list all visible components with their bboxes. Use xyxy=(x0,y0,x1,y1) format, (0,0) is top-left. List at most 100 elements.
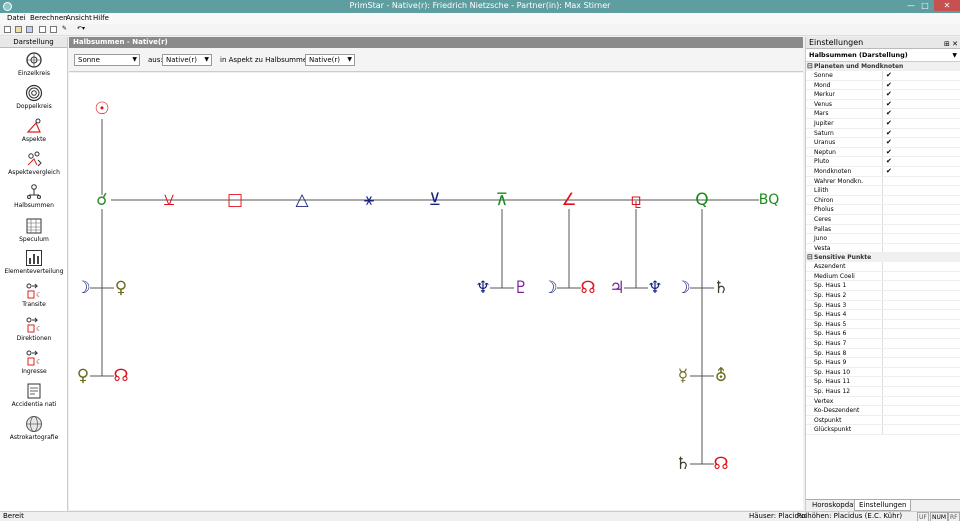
setting-row[interactable]: Glückspunkt xyxy=(806,425,960,435)
undo-dropdown-icon[interactable]: ↶▾ xyxy=(74,26,88,33)
setting-row[interactable]: Chiron xyxy=(806,195,960,206)
checkbox-check-icon[interactable]: ✔ xyxy=(886,157,892,166)
pair-glyph: ☊ xyxy=(113,366,129,386)
nav-halbsummen[interactable]: Halbsummen xyxy=(0,183,68,209)
collapse-icon[interactable]: ⊟ xyxy=(807,253,813,262)
setting-row[interactable]: Sp. Haus 3 xyxy=(806,300,960,311)
setting-row[interactable]: Sp. Haus 10 xyxy=(806,367,960,378)
setting-row[interactable]: Sp. Haus 2 xyxy=(806,291,960,301)
setting-row[interactable]: Sp. Haus 12 xyxy=(806,387,960,397)
setting-label: Venus xyxy=(814,100,833,108)
nav-speculum[interactable]: Speculum xyxy=(0,217,68,243)
setting-row[interactable]: Ceres xyxy=(806,214,960,225)
planet-select[interactable]: Sonne ▼ xyxy=(74,54,140,66)
setting-row[interactable]: Ko-Deszendent xyxy=(806,406,960,416)
copy-icon[interactable] xyxy=(50,26,57,33)
new-file-icon[interactable] xyxy=(4,26,11,33)
column-divider xyxy=(882,300,883,310)
checkbox-check-icon[interactable]: ✔ xyxy=(886,90,892,99)
checkbox-check-icon[interactable]: ✔ xyxy=(886,109,892,118)
setting-row[interactable]: Pholus xyxy=(806,205,960,215)
setting-row[interactable]: Sp. Haus 1 xyxy=(806,281,960,292)
setting-row[interactable]: Pluto ✔ xyxy=(806,157,960,167)
tab-einstellungen[interactable]: Einstellungen xyxy=(854,500,912,511)
setting-row[interactable]: Aszendent xyxy=(806,262,960,272)
nav-transite[interactable]: ☾ Transite xyxy=(0,282,68,308)
setting-row[interactable]: Sp. Haus 9 xyxy=(806,358,960,368)
minimize-button[interactable]: — xyxy=(904,0,918,11)
checkbox-check-icon[interactable]: ✔ xyxy=(886,81,892,90)
from-select[interactable]: Native(r) ▼ xyxy=(162,54,212,66)
window-title: PrimStar - Native(r): Friedrich Nietzsch… xyxy=(349,1,611,10)
checkbox-check-icon[interactable]: ✔ xyxy=(886,119,892,128)
setting-row[interactable]: Mondknoten ✔ xyxy=(806,166,960,177)
column-divider xyxy=(882,186,883,195)
nav-astrokartografie[interactable]: Astrokartografie xyxy=(0,415,68,441)
menu-berechnen[interactable]: Berechnen xyxy=(30,14,68,22)
setting-row[interactable]: Merkur ✔ xyxy=(806,90,960,100)
setting-row[interactable]: Mond ✔ xyxy=(806,80,960,91)
accidentia-icon xyxy=(27,383,41,399)
nav-ingresse[interactable]: ☾ Ingresse xyxy=(0,349,68,375)
nav-aspektevergleich[interactable]: Aspektevergleich xyxy=(0,150,68,176)
setting-row[interactable]: Sp. Haus 6 xyxy=(806,329,960,340)
settings-panel: Einstellungen ⊞ ✕ Halbsummen (Darstellun… xyxy=(805,37,960,511)
pair-glyph: ☿ xyxy=(677,366,689,386)
nav-accidentia-nati[interactable]: Accidentia nati xyxy=(0,382,68,408)
close-button[interactable]: ✕ xyxy=(934,0,960,11)
print-icon[interactable] xyxy=(39,26,46,33)
edit-icon[interactable]: ✎ xyxy=(61,26,68,33)
from-label: aus: xyxy=(148,56,163,64)
checkbox-check-icon[interactable]: ✔ xyxy=(886,100,892,109)
column-divider xyxy=(882,166,883,176)
checkbox-check-icon[interactable]: ✔ xyxy=(886,71,892,80)
setting-row[interactable]: Vertex xyxy=(806,396,960,407)
open-folder-icon[interactable] xyxy=(15,26,22,33)
setting-row[interactable]: Ostpunkt xyxy=(806,415,960,426)
save-icon[interactable] xyxy=(26,26,33,33)
setting-row[interactable]: Saturn ✔ xyxy=(806,128,960,139)
setting-row[interactable]: Juno xyxy=(806,234,960,244)
checkbox-check-icon[interactable]: ✔ xyxy=(886,138,892,147)
setting-row[interactable]: Neptun ✔ xyxy=(806,147,960,158)
settings-subtitle-select[interactable]: Halbsummen (Darstellung) ▼ xyxy=(806,49,960,62)
setting-row[interactable]: Mars ✔ xyxy=(806,109,960,119)
setting-row[interactable]: Sp. Haus 8 xyxy=(806,348,960,359)
setting-row[interactable]: Sp. Haus 11 xyxy=(806,377,960,387)
nav-doppelkreis[interactable]: Doppelkreis xyxy=(0,84,68,110)
status-poles: Polhöhen: Placidus (E.C. Kühr) xyxy=(797,512,903,520)
aspect-glyph-quintile: Q xyxy=(695,190,709,210)
setting-row[interactable]: Uranus ✔ xyxy=(806,138,960,148)
checkbox-check-icon[interactable]: ✔ xyxy=(886,129,892,138)
setting-row[interactable]: Jupiter ✔ xyxy=(806,118,960,129)
maximize-button[interactable]: □ xyxy=(918,0,932,11)
menu-datei[interactable]: Datei xyxy=(7,14,26,22)
nav-aspekte[interactable]: Aspekte xyxy=(0,117,68,143)
aspect-select[interactable]: Native(r) ▼ xyxy=(305,54,355,66)
collapse-icon[interactable]: ⊟ xyxy=(807,62,813,71)
setting-row[interactable]: Vesta xyxy=(806,243,960,254)
checkbox-check-icon[interactable]: ✔ xyxy=(886,148,892,157)
settings-tabs: Horoskopdaten Einstellungen xyxy=(806,499,960,511)
setting-row[interactable]: Sp. Haus 4 xyxy=(806,310,960,320)
nav-direktionen[interactable]: ☾ Direktionen xyxy=(0,316,68,342)
setting-row[interactable]: Wahrer Mondkn. xyxy=(806,176,960,187)
setting-row[interactable]: Lilith xyxy=(806,186,960,196)
column-divider xyxy=(882,329,883,339)
setting-row[interactable]: Pallas xyxy=(806,224,960,235)
nav-elementeverteilung[interactable]: Elementeverteilung xyxy=(0,249,68,275)
setting-row[interactable]: Medium Coeli xyxy=(806,271,960,282)
settings-subtitle: Halbsummen (Darstellung) xyxy=(809,51,908,59)
setting-row[interactable]: Venus ✔ xyxy=(806,99,960,110)
menu-hilfe[interactable]: Hilfe xyxy=(93,14,109,22)
setting-row[interactable]: Sp. Haus 5 xyxy=(806,319,960,330)
setting-label: Sp. Haus 11 xyxy=(814,378,851,386)
nav-einzelkreis[interactable]: Einzelkreis xyxy=(0,51,68,77)
group-sensitive[interactable]: ⊟ Sensitive Punkte xyxy=(806,253,960,263)
setting-row[interactable]: Sp. Haus 7 xyxy=(806,339,960,349)
group-planets[interactable]: ⊟ Planeten und Mondknoten xyxy=(806,62,960,71)
column-divider xyxy=(882,271,883,281)
menu-ansicht[interactable]: Ansicht xyxy=(66,14,92,22)
checkbox-check-icon[interactable]: ✔ xyxy=(886,167,892,176)
setting-row[interactable]: Sonne ✔ xyxy=(806,71,960,81)
